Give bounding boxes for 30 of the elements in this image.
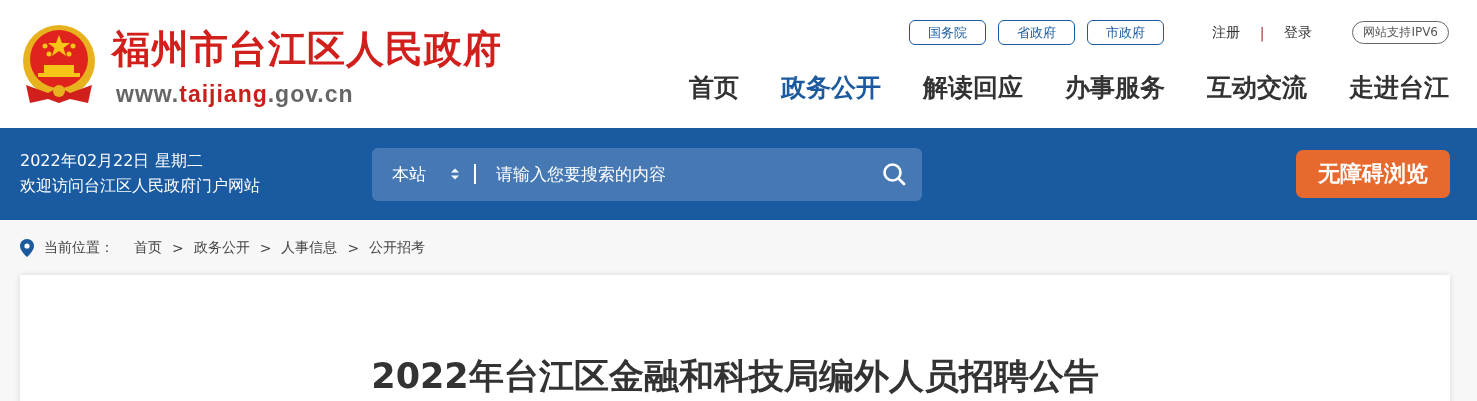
location-pin-icon xyxy=(20,238,34,257)
sort-icon xyxy=(450,167,460,181)
nav-item[interactable]: 走进台江 xyxy=(1349,71,1449,104)
nav-item[interactable]: 办事服务 xyxy=(1065,71,1165,104)
government-link[interactable]: 国务院 xyxy=(908,20,986,45)
breadcrumb-link[interactable]: 公开招考 xyxy=(369,238,426,257)
breadcrumb-label: 当前位置： xyxy=(44,238,114,257)
search-icon[interactable] xyxy=(882,162,906,186)
article-title: 2022年台江区金融和科技局编外人员招聘公告 xyxy=(371,355,1099,398)
breadcrumb-link[interactable]: 首页 xyxy=(134,238,162,257)
site-url: www.taijiang.gov.cn xyxy=(115,81,355,108)
breadcrumb-separator: > xyxy=(347,239,360,256)
welcome-text: 欢迎访问台江区人民政府门户网站 xyxy=(20,176,261,197)
search-scope[interactable]: 本站 xyxy=(392,162,426,186)
date-text: 2022年02月22日 星期二 xyxy=(20,151,204,172)
login-link[interactable]: 登录 xyxy=(1284,23,1313,42)
separator: | xyxy=(1259,24,1265,41)
breadcrumb-link[interactable]: 人事信息 xyxy=(281,238,338,257)
nav-item[interactable]: 解读回应 xyxy=(923,71,1023,104)
government-link[interactable]: 省政府 xyxy=(997,20,1075,45)
nav-item[interactable]: 互动交流 xyxy=(1207,71,1307,104)
nav-item[interactable]: 政务公开 xyxy=(781,71,881,104)
government-link[interactable]: 市政府 xyxy=(1086,20,1164,45)
register-link[interactable]: 注册 xyxy=(1211,23,1240,42)
breadcrumb-separator: > xyxy=(172,239,184,256)
breadcrumb-link[interactable]: 政务公开 xyxy=(193,238,250,257)
site-title: 福州市台江区人民政府 xyxy=(112,25,502,73)
breadcrumb-separator: > xyxy=(259,239,272,256)
search-field[interactable]: 本站 请输入您要搜索的内容 xyxy=(372,147,922,201)
nav-item[interactable]: 首页 xyxy=(689,71,739,104)
